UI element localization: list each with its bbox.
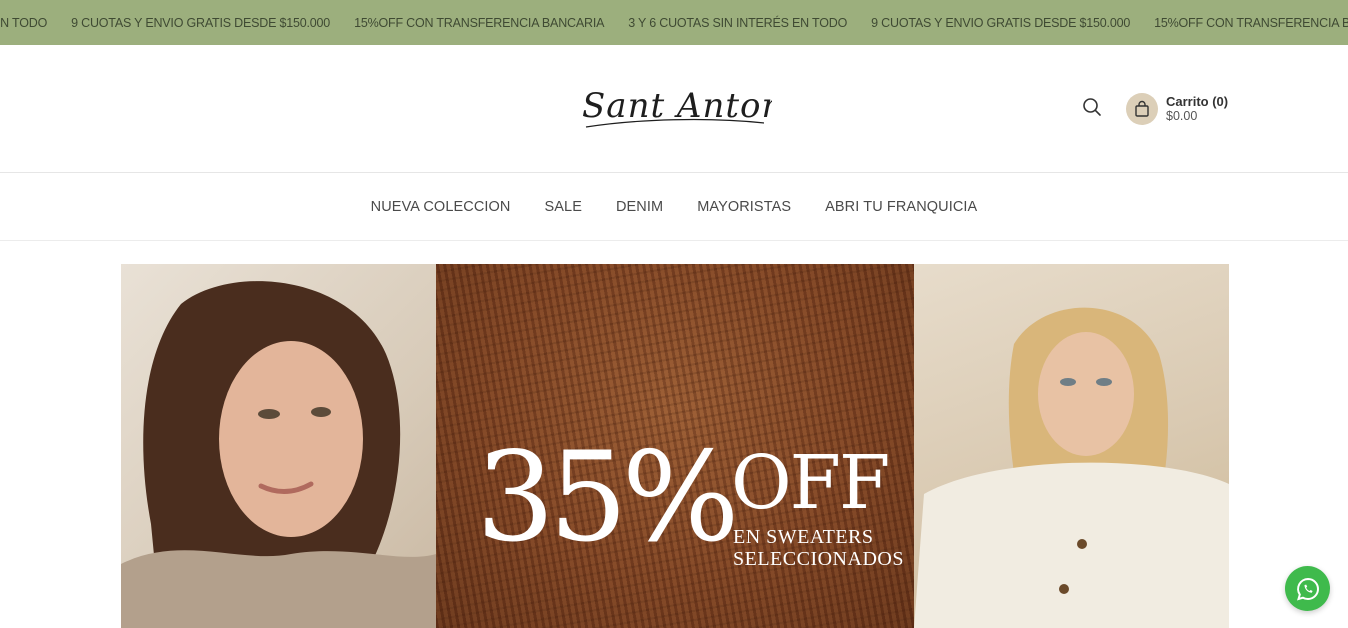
promo-percent: 35% [476,426,740,570]
model-left-illustration [121,281,436,628]
announcement-item: EN TODO [0,15,48,30]
cart-summary: Carrito (0) $0.00 [1166,94,1228,124]
whatsapp-button[interactable] [1285,566,1330,611]
promo-subtitle-line1: EN SWEATERS [733,526,874,548]
nav-item-denim[interactable]: DENIM [616,199,663,215]
hero-banner[interactable]: 35% OFF EN SWEATERS SELECCIONADOS [121,264,1229,628]
nav-item-mayoristas[interactable]: MAYORISTAS [697,199,791,215]
announcement-item: 15%OFF CON TRANSFERENCIA BANCARIA [354,15,605,30]
search-icon [1083,98,1101,116]
nav-item-nueva-coleccion[interactable]: NUEVA COLECCION [371,199,511,215]
logo-script: Sant Antoni [582,86,795,128]
promo-subtitle: EN SWEATERS SELECCIONADOS [733,526,904,570]
announcement-item: 15%OFF CON TRANSFERENCIA BANCA [1154,15,1348,30]
hero-photo-left [121,264,436,628]
search-button[interactable] [1080,95,1104,119]
announcement-item: 9 CUOTAS Y ENVIO GRATIS DESDE $150.000 [71,15,331,30]
whatsapp-icon [1296,577,1319,600]
cart-button[interactable]: Carrito (0) $0.00 [1126,93,1228,125]
main-nav: NUEVA COLECCION SALE DENIM MAYORISTAS AB… [0,174,1348,241]
announcement-item: 3 Y 6 CUOTAS SIN INTERÉS EN TODO [628,15,848,30]
cart-icon-wrap [1126,93,1158,125]
promo-off: OFF [731,440,890,526]
cart-amount: $0.00 [1166,109,1198,123]
nav-item-sale[interactable]: SALE [544,199,581,215]
site-header: Sant Antoni Carrito (0) $0.00 [0,45,1348,173]
announcement-bar: EN TODO 9 CUOTAS Y ENVIO GRATIS DESDE $1… [0,0,1348,45]
promo-subtitle-line2: SELECCIONADOS [733,548,904,570]
announcement-track: EN TODO 9 CUOTAS Y ENVIO GRATIS DESDE $1… [0,0,1348,45]
cart-title: Carrito (0) [1166,94,1229,109]
model-right-illustration [914,307,1229,628]
hero-photo-right [914,264,1229,628]
nav-item-franquicia[interactable]: ABRI TU FRANQUICIA [825,199,977,215]
announcement-item: 9 CUOTAS Y ENVIO GRATIS DESDE $150.000 [871,15,1131,30]
shopping-bag-icon [1135,100,1149,117]
brand-logo[interactable]: Sant Antoni [578,83,795,135]
